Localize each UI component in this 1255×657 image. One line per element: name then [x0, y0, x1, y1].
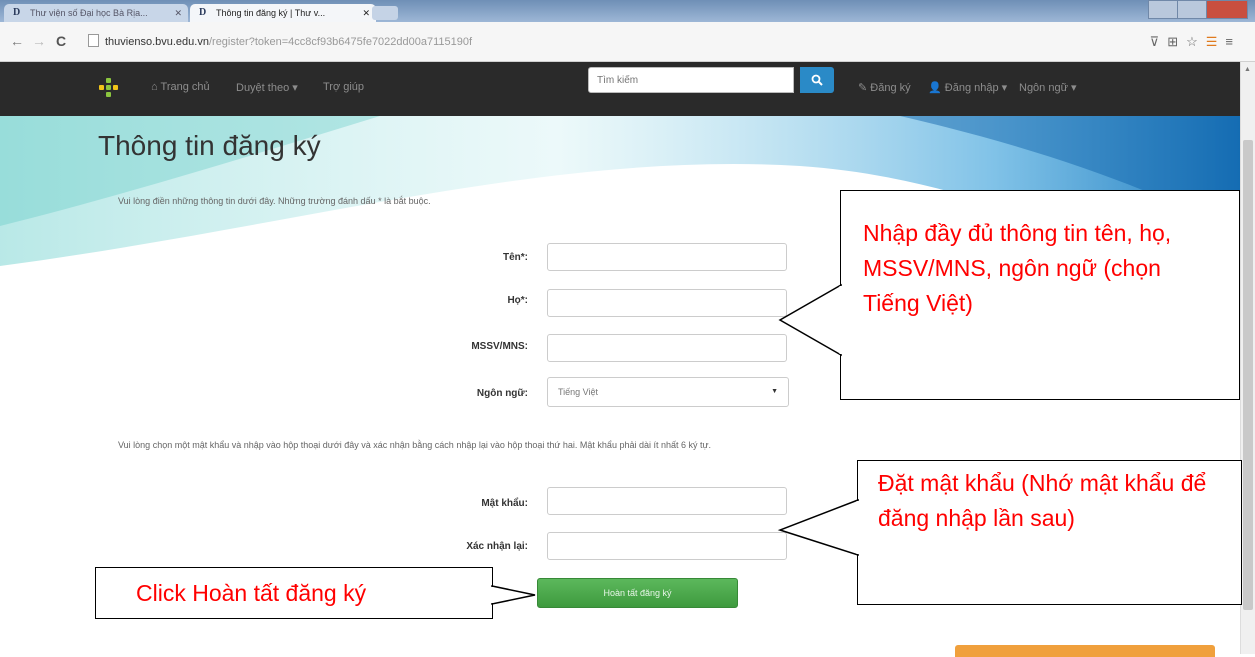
nav-register-link[interactable]: ✎ Đăng ký — [858, 81, 911, 94]
language-select-value: Tiếng Việt — [558, 387, 599, 397]
browser-toolbar: ← → C thuvienso.bvu.edu.vn/register?toke… — [0, 22, 1255, 62]
first-name-input[interactable] — [547, 243, 787, 271]
tab-label: Thông tin đăng ký | Thư v... — [216, 8, 326, 18]
page-scrollbar[interactable]: ▲ — [1240, 62, 1255, 654]
reload-icon[interactable]: C — [56, 33, 66, 49]
search-button[interactable] — [800, 67, 834, 93]
nav-language-dropdown[interactable]: Ngôn ngữ ▾ — [1019, 81, 1077, 94]
chrome-menu-icon[interactable]: ≡ — [1225, 34, 1241, 49]
extension-icon[interactable]: ⊞ — [1167, 34, 1186, 49]
language-select[interactable]: Tiếng Việt ▼ — [547, 377, 789, 407]
translate-icon[interactable]: ⊽ — [1150, 34, 1168, 49]
student-id-input[interactable] — [547, 334, 787, 362]
password-label: Mật khẩu: — [481, 498, 528, 509]
browser-tab-active[interactable]: D Thông tin đăng ký | Thư v... ✕ — [190, 4, 376, 22]
site-favicon-icon: D — [199, 7, 207, 18]
last-name-input[interactable] — [547, 289, 787, 317]
nav-home-link[interactable]: ⌂ Trang chủ — [151, 81, 210, 93]
pencil-icon: ✎ — [858, 82, 868, 94]
page-title: Thông tin đăng ký — [98, 130, 321, 161]
close-window-button[interactable] — [1206, 0, 1248, 19]
password-instruction-text: Vui lòng chọn một mật khẩu và nhập vào h… — [118, 440, 712, 450]
scroll-up-arrow-icon[interactable]: ▲ — [1244, 66, 1251, 73]
minimize-button[interactable] — [1148, 0, 1178, 19]
tab-label: Thư viện số Đại học Bà Rịa... — [30, 8, 148, 18]
password-input[interactable] — [547, 487, 787, 515]
page-icon — [88, 34, 99, 47]
orange-button-partial[interactable] — [955, 645, 1215, 657]
complete-registration-button[interactable]: Hoàn tất đăng ký — [537, 578, 738, 608]
toolbar-extensions: ⊽⊞☆☰≡ — [1150, 34, 1241, 50]
user-icon: 👤 — [928, 82, 942, 94]
forward-icon[interactable]: → — [32, 33, 46, 49]
browser-tab[interactable]: D Thư viện số Đại học Bà Rịa... ✕ — [4, 4, 188, 22]
site-logo-icon[interactable] — [99, 78, 119, 98]
nav-login-dropdown[interactable]: 👤 Đăng nhập ▾ — [928, 81, 1007, 94]
address-bar[interactable]: thuvienso.bvu.edu.vn/register?token=4cc8… — [88, 28, 1108, 56]
home-icon: ⌂ — [151, 81, 158, 93]
callout-click-submit: Click Hoàn tất đăng ký — [95, 567, 493, 619]
nav-login-label: Đăng nhập ▾ — [944, 82, 1008, 94]
language-label: Ngôn ngữ: — [476, 388, 528, 399]
confirm-password-label: Xác nhận lại: — [466, 541, 528, 552]
maximize-button[interactable] — [1177, 0, 1207, 19]
confirm-password-input[interactable] — [547, 532, 787, 560]
url-path: /register?token=4cc8cf93b6475fe7022dd00a… — [208, 36, 473, 48]
nav-browse-dropdown[interactable]: Duyệt theo ▾ — [236, 81, 298, 94]
form-intro-text: Vui lòng điền những thông tin dưới đây. … — [118, 196, 431, 206]
browser-tab-strip: D Thư viện số Đại học Bà Rịa... ✕ D Thôn… — [0, 0, 1255, 22]
nav-help-link[interactable]: Trợ giúp — [323, 81, 364, 93]
window-controls — [1148, 0, 1249, 19]
site-navbar: ⌂ Trang chủ Duyệt theo ▾ Trợ giúp ✎ Đăng… — [0, 62, 1240, 116]
tab-close-icon[interactable]: ✕ — [362, 4, 370, 22]
callout-fill-info: Nhập đầy đủ thông tin tên, họ, MSSV/MNS,… — [840, 190, 1240, 400]
last-name-label: Họ*: — [507, 295, 528, 306]
url-host: thuvienso.bvu.edu.vn — [105, 36, 209, 48]
student-id-label: MSSV/MNS: — [471, 341, 528, 352]
search-input[interactable] — [588, 67, 794, 93]
first-name-label: Tên*: — [503, 252, 528, 263]
search-icon — [811, 74, 823, 86]
nav-register-label: Đăng ký — [870, 82, 911, 94]
select-caret-icon: ▼ — [771, 388, 778, 395]
tab-close-icon[interactable]: ✕ — [174, 4, 182, 22]
new-tab-button[interactable] — [372, 6, 398, 20]
extension-menu-icon[interactable]: ☰ — [1206, 34, 1226, 49]
back-icon[interactable]: ← — [10, 33, 24, 49]
scroll-thumb[interactable] — [1243, 140, 1253, 610]
bookmark-star-icon[interactable]: ☆ — [1186, 34, 1206, 49]
nav-home-label: Trang chủ — [160, 81, 210, 93]
site-favicon-icon: D — [13, 7, 21, 18]
callout-set-password: Đặt mật khẩu (Nhớ mật khẩu để đăng nhập … — [857, 460, 1242, 605]
